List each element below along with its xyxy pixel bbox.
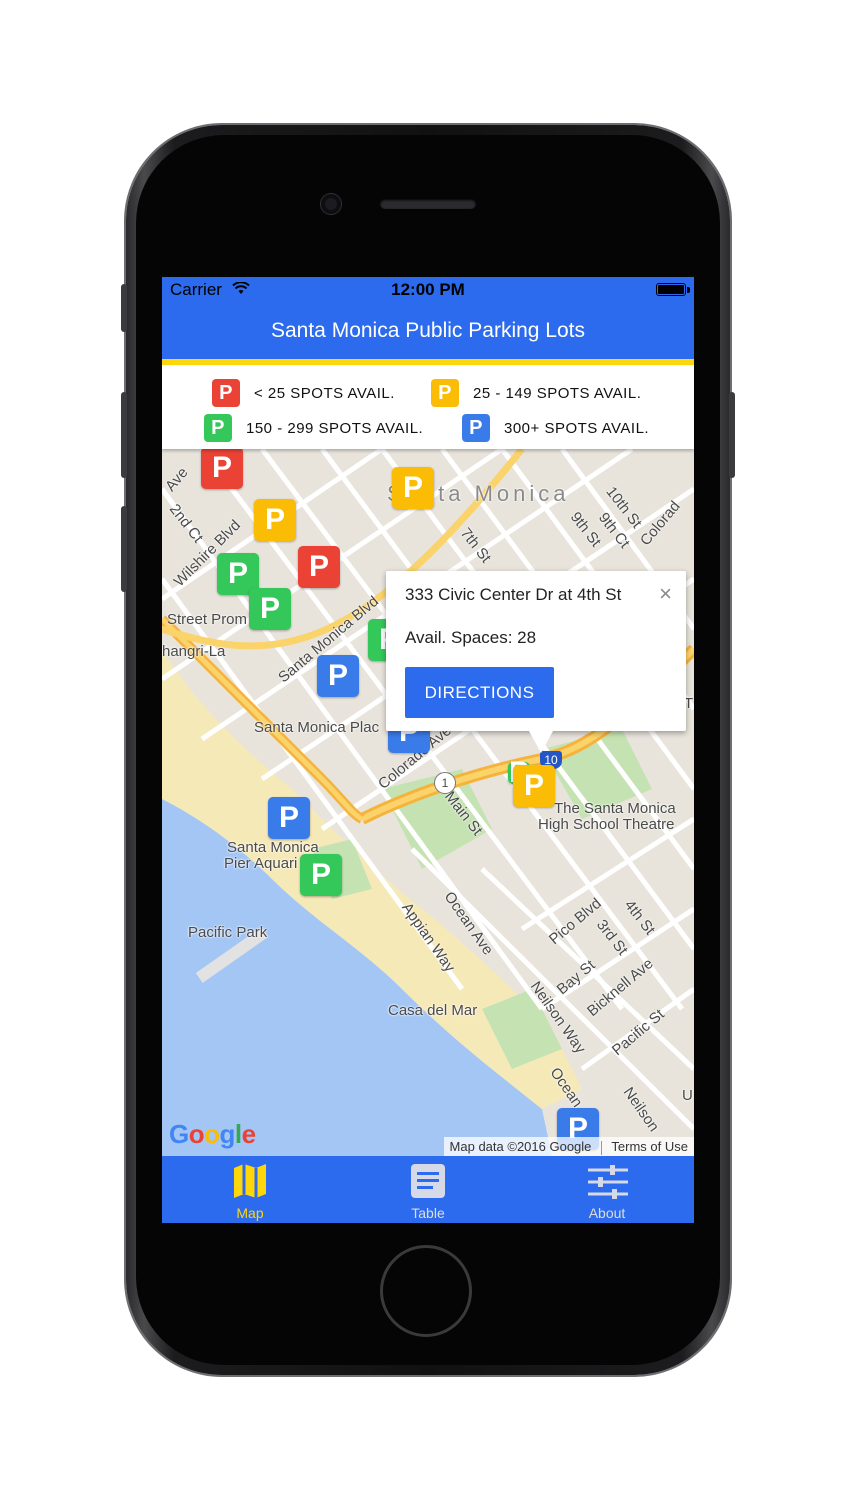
map-icon [234, 1164, 266, 1198]
tab-bar: Map Table About [162, 1156, 694, 1223]
tab-about[interactable]: About [547, 1156, 667, 1223]
legend-item-red: P < 25 SPOTS AVAIL. [212, 379, 395, 407]
app-screen: Carrier 12:00 PM Santa Monica Public Par… [162, 277, 694, 1223]
sliders-icon [588, 1165, 628, 1199]
map-label: U [682, 1087, 693, 1104]
nav-title: Santa Monica Public Parking Lots [162, 303, 694, 359]
home-button[interactable] [380, 1245, 472, 1337]
google-logo: Google [169, 1119, 256, 1149]
map-view[interactable]: Santa Monica 10th St 9th St 9th Ct Color… [162, 449, 694, 1156]
map-label: Street Prom [167, 611, 248, 628]
parking-red-icon: P [212, 379, 240, 407]
lot-address: 333 Civic Center Dr at 4th St [405, 585, 622, 604]
map-label: Pier Aquari [224, 855, 298, 872]
map-label: Casa del Mar [388, 1002, 478, 1019]
tab-label: Map [236, 1205, 264, 1221]
route-1-shield: 1 [434, 772, 456, 794]
volume-up-button [121, 392, 127, 478]
legend-item-yellow: P 25 - 149 SPOTS AVAIL. [431, 379, 641, 407]
legend: P < 25 SPOTS AVAIL. P 25 - 149 SPOTS AVA… [162, 365, 694, 449]
parking-marker-yellow[interactable]: P [254, 499, 296, 541]
table-icon [411, 1164, 445, 1198]
legend-label: < 25 SPOTS AVAIL. [254, 384, 395, 402]
parking-blue-icon: P [462, 414, 490, 442]
parking-marker-red[interactable]: P [201, 449, 243, 489]
parking-marker-blue[interactable]: P [317, 655, 359, 697]
parking-yellow-icon: P [431, 379, 459, 407]
earpiece-speaker [380, 199, 476, 209]
front-camera [321, 194, 341, 214]
close-icon[interactable]: × [659, 581, 672, 607]
volume-down-button [121, 506, 127, 592]
info-window-pointer [529, 731, 553, 753]
terms-of-use-link[interactable]: Terms of Use [611, 1139, 688, 1154]
battery-tip [687, 287, 690, 293]
parking-green-icon: P [204, 414, 232, 442]
legend-label: 300+ SPOTS AVAIL. [504, 419, 650, 437]
mute-switch [121, 284, 127, 332]
parking-marker-yellow-selected[interactable]: P [513, 765, 555, 807]
tab-map[interactable]: Map [190, 1156, 310, 1223]
status-bar: Carrier 12:00 PM [162, 277, 694, 303]
parking-marker-green[interactable]: P [249, 588, 291, 630]
battery-icon [656, 283, 686, 296]
legend-item-blue: P 300+ SPOTS AVAIL. [462, 414, 649, 442]
available-spaces: Avail. Spaces: 28 [405, 628, 537, 647]
power-button [729, 392, 735, 478]
legend-item-green: P 150 - 299 SPOTS AVAIL. [204, 414, 423, 442]
map-label: hangri-La [162, 643, 226, 660]
parking-marker-green[interactable]: P [300, 854, 342, 896]
map-data-credit: Map data ©2016 Google [449, 1139, 592, 1154]
parking-marker-yellow[interactable]: P [392, 467, 434, 509]
tab-label: Table [411, 1205, 445, 1221]
tab-label: About [588, 1205, 626, 1221]
status-time: 12:00 PM [391, 280, 465, 299]
map-attribution: Map data ©2016 Google Terms of Use [443, 1137, 694, 1156]
info-window: 333 Civic Center Dr at 4th St × Avail. S… [386, 571, 686, 753]
map-label: The Santa Monica [554, 800, 676, 817]
tab-table[interactable]: Table [368, 1156, 488, 1223]
legend-label: 25 - 149 SPOTS AVAIL. [473, 384, 642, 402]
parking-marker-red[interactable]: P [298, 546, 340, 588]
map-label: Santa Monica Plac [254, 719, 380, 736]
map-label: High School Theatre [538, 816, 675, 833]
directions-button[interactable]: DIRECTIONS [405, 667, 554, 718]
legend-label: 150 - 299 SPOTS AVAIL. [246, 419, 424, 437]
parking-marker-blue[interactable]: P [268, 797, 310, 839]
map-label: Pacific Park [188, 924, 268, 941]
